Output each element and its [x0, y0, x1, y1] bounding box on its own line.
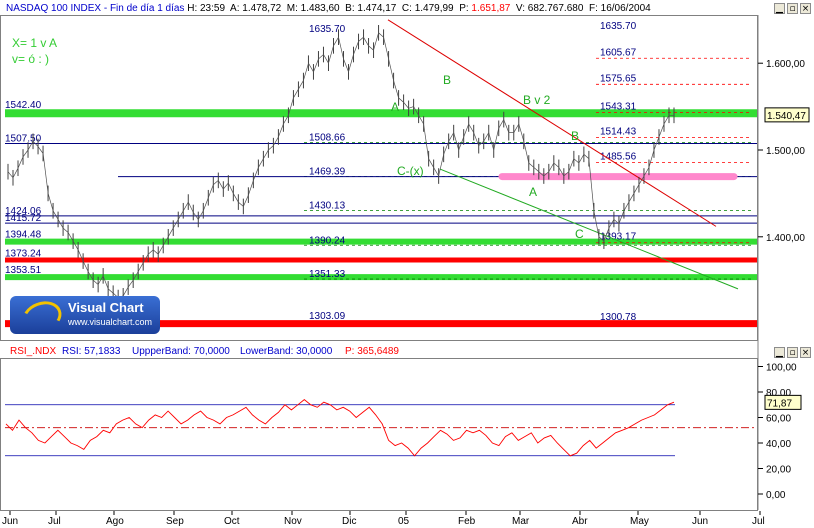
right-level-label: 1605.67 — [600, 47, 637, 58]
level-label-left: 1415.72 — [5, 213, 42, 224]
chart-canvas: 1.600,00 1.500,00 1.400,00 1542.40 1507.50 14… — [0, 15, 810, 527]
y-tick-label: 1.500,00 — [766, 146, 805, 157]
wave-label: A — [529, 185, 537, 199]
rsi-legend-rsi: RSI: 57,1833 — [62, 346, 121, 357]
y-tick-label: 1.600,00 — [766, 59, 805, 70]
x-tick-label: Nov — [284, 516, 302, 527]
right-level-label: 1575.65 — [600, 73, 637, 84]
rsi-title: RSI_.NDX — [10, 346, 56, 357]
rsi-y-tick-label: 60,00 — [766, 414, 791, 425]
right-level-label: 1543.31 — [600, 101, 637, 112]
x-tick-label: Ago — [106, 516, 124, 527]
rsi-legend-upper: UppperBand: 70,0000 — [132, 346, 230, 357]
right-level-label: 1635.70 — [600, 21, 637, 32]
y-tick-label: 1.400,00 — [766, 233, 805, 244]
x-tick-label: Jul — [48, 516, 61, 527]
x-tick-label: Sep — [166, 516, 184, 527]
x-tick-label: Dic — [342, 516, 356, 527]
level-label-left: 1507.50 — [5, 133, 42, 144]
last-value-label: 1.540,47 — [767, 111, 806, 122]
x-tick-label: Oct — [224, 516, 240, 527]
level-label-left: 1542.40 — [5, 100, 42, 111]
wave-label: C — [575, 227, 584, 241]
x-tick-label: Jun — [2, 516, 18, 527]
box-level-label: 1430.13 — [309, 201, 346, 212]
x-tick-label: Abr — [572, 516, 588, 527]
level-label-left: 1394.48 — [5, 230, 42, 241]
x-tick-label: Jul — [752, 516, 765, 527]
box-level-label: 1508.66 — [309, 132, 346, 143]
note-line-2: v= ó : ) — [12, 52, 49, 66]
right-level-label: 1514.43 — [600, 126, 637, 137]
red-trendline — [387, 19, 717, 227]
wave-label: B — [571, 129, 579, 143]
box-level-label: 1303.09 — [309, 311, 346, 322]
visual-chart-logo: Visual Chart www.visualchart.com — [10, 296, 160, 338]
rsi-panel-frame — [0, 358, 758, 511]
logo-name: Visual Chart — [68, 300, 144, 315]
box-level-label: 1635.70 — [309, 24, 346, 35]
x-tick-label: Feb — [458, 516, 476, 527]
wave-label: B v 2 — [523, 93, 551, 107]
x-tick-label: May — [630, 516, 649, 527]
wave-label: C-(x) — [397, 164, 424, 178]
rsi-y-tick-label: 100,00 — [766, 363, 797, 374]
right-level-label: 1300.78 — [600, 312, 637, 323]
rsi-legend-p: P: 365,6489 — [345, 346, 399, 357]
box-level-label: 1469.39 — [309, 167, 346, 178]
box-level-label: 1390.24 — [309, 235, 346, 246]
wave-label: A — [391, 100, 399, 114]
x-tick-label: Mar — [512, 516, 530, 527]
rsi-last-value-label: 71,87 — [767, 398, 792, 409]
rsi-y-tick-label: 0,00 — [766, 490, 786, 501]
rsi-y-tick-label: 40,00 — [766, 439, 791, 450]
level-label-left: 1353.51 — [5, 265, 42, 276]
x-tick-label: Jun — [692, 516, 708, 527]
swoosh-icon — [18, 296, 66, 338]
box-level-label: 1351.33 — [309, 269, 346, 280]
note-line-1: X= 1 v A — [12, 36, 57, 50]
rsi-y-tick-label: 20,00 — [766, 465, 791, 476]
rsi-legend-lower: LowerBand: 30,0000 — [240, 346, 333, 357]
level-label-left: 1373.24 — [5, 249, 42, 260]
x-tick-label: 05 — [398, 516, 410, 527]
wave-label: B — [443, 73, 451, 87]
logo-url: www.visualchart.com — [68, 317, 153, 327]
green-trendline — [439, 168, 739, 290]
